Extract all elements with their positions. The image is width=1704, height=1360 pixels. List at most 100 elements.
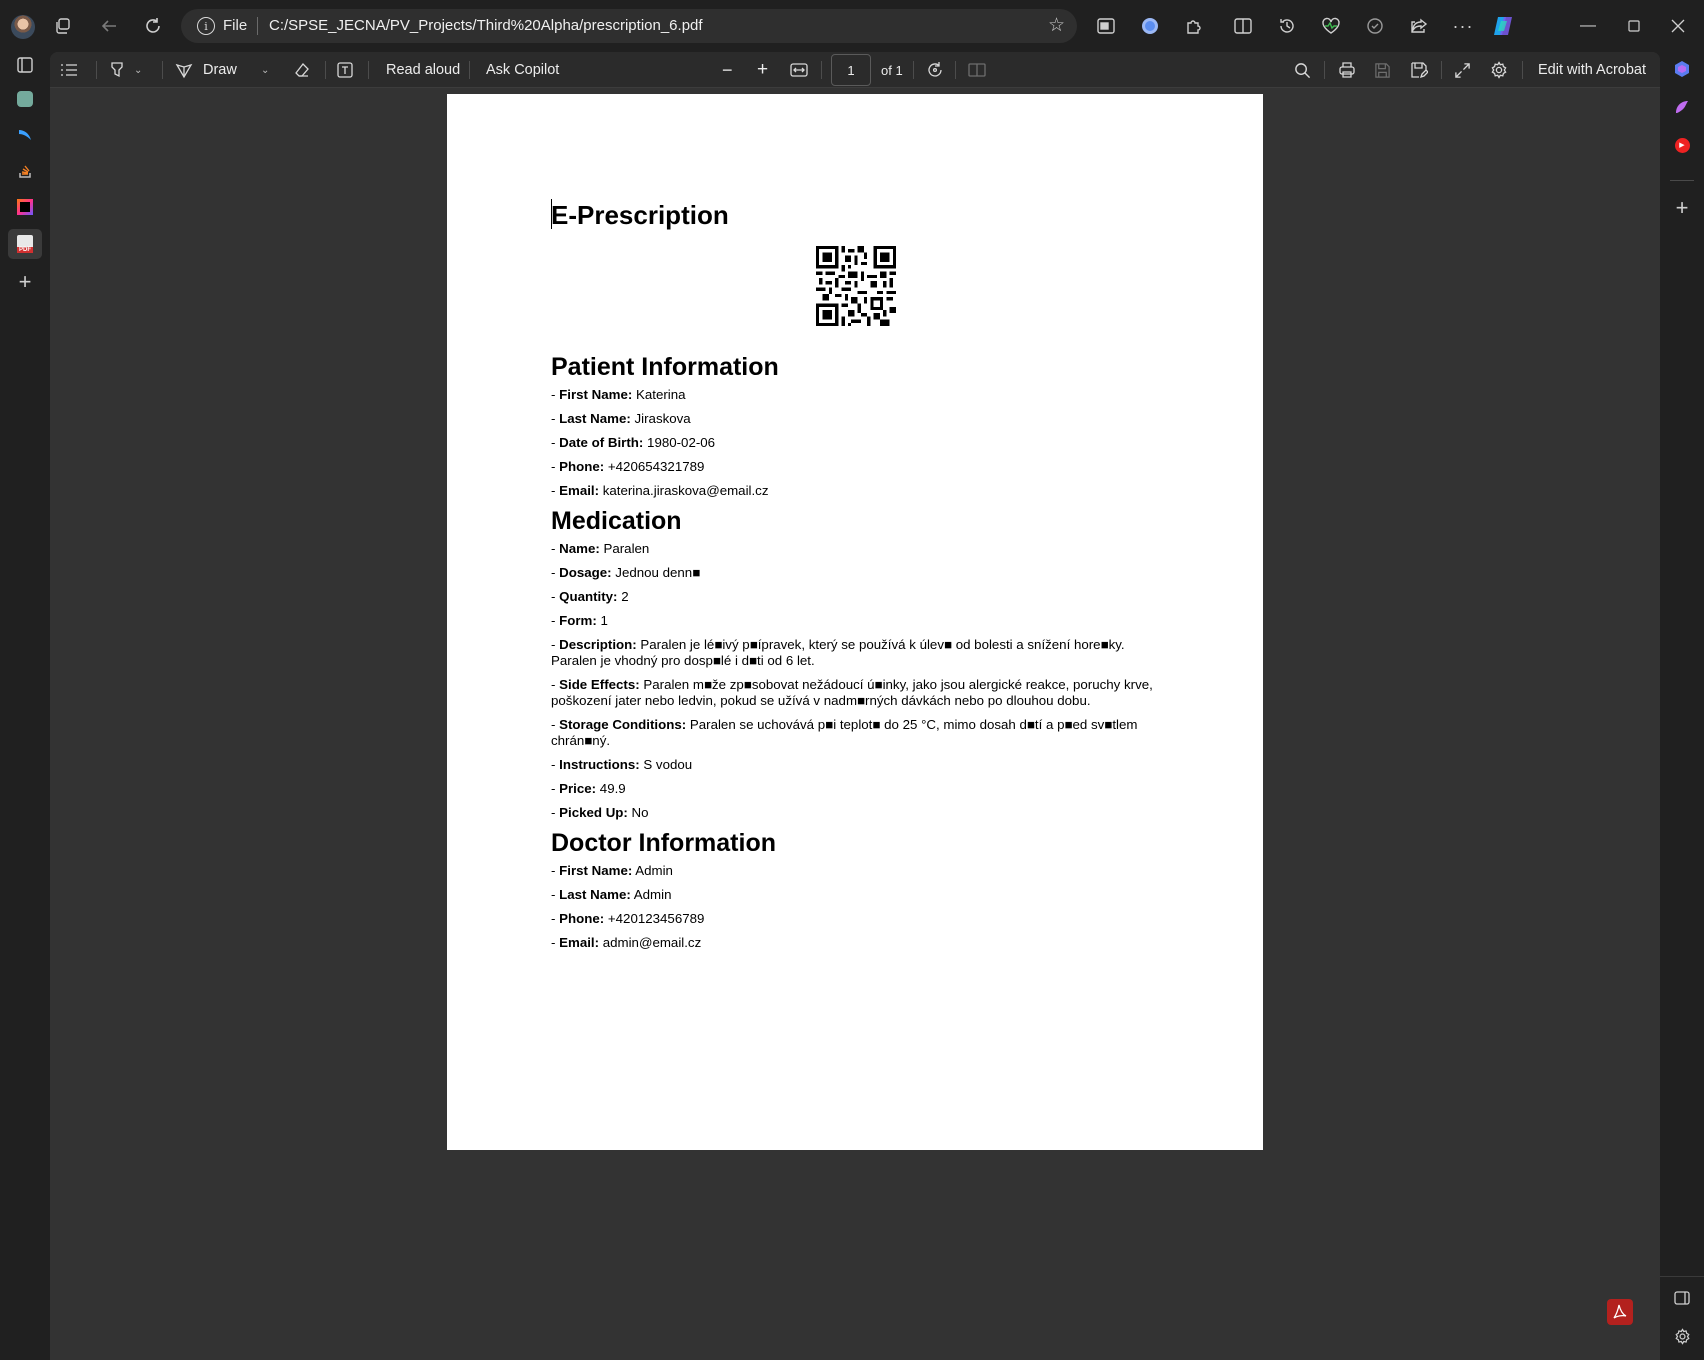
field-value: Jednou denn■	[615, 565, 701, 580]
refresh-icon[interactable]	[140, 13, 166, 39]
field-value: +420123456789	[607, 911, 705, 926]
field-value: katerina.jiraskova@email.cz	[602, 483, 769, 498]
patient-fields: - First Name: Katerina - Last Name: Jira…	[551, 387, 1171, 499]
page-number-input[interactable]	[831, 54, 871, 86]
collections-icon[interactable]	[1362, 13, 1388, 39]
field-label: Name:	[559, 541, 600, 556]
eraser-icon[interactable]	[293, 58, 311, 82]
patient-phone: - Phone: +420654321789	[551, 459, 705, 474]
field-label: Storage Conditions:	[559, 717, 687, 732]
zoom-out-icon[interactable]: −	[722, 58, 733, 82]
settings-icon[interactable]	[1490, 58, 1508, 82]
pdf-viewer: ⌄ Draw ⌄ Read aloud Ask Copilot − + of 1	[50, 52, 1660, 1360]
azure-tab-icon[interactable]	[12, 122, 38, 148]
field-value: Paralen je lé■ivý p■ípravek, který se po…	[551, 637, 1125, 668]
copilot-icon[interactable]	[1491, 13, 1517, 39]
page-view-icon[interactable]	[968, 58, 986, 82]
toolbar-divider	[162, 61, 163, 79]
copilot-sidebar-icon[interactable]	[1669, 56, 1695, 82]
field-label: Last Name:	[559, 887, 631, 902]
medication-name: - Name: Paralen	[551, 541, 650, 556]
rotate-icon[interactable]	[926, 58, 944, 82]
ask-copilot-button[interactable]: Ask Copilot	[486, 58, 559, 82]
designer-sidebar-icon[interactable]	[1669, 94, 1695, 120]
doctor-phone: - Phone: +420123456789	[551, 911, 705, 926]
maximize-icon[interactable]	[1621, 13, 1647, 39]
add-sidebar-app-icon[interactable]: +	[1669, 195, 1695, 221]
fit-page-icon[interactable]	[790, 58, 808, 82]
prescription-document: E-Prescription Patient Information - Fir…	[551, 200, 1171, 959]
stackoverflow-tab-icon[interactable]	[12, 158, 38, 184]
contents-icon[interactable]	[60, 58, 78, 82]
read-aloud-button[interactable]: Read aloud	[386, 58, 460, 82]
toolbar-divider	[368, 61, 369, 79]
split-view-icon[interactable]	[1230, 13, 1256, 39]
share-icon[interactable]	[1406, 13, 1432, 39]
extensions-icon[interactable]	[1181, 13, 1207, 39]
field-label: Instructions:	[559, 757, 640, 772]
toolbar-divider	[821, 61, 822, 79]
doctor-first-name: - First Name: Admin	[551, 863, 673, 878]
sidebar-settings-icon[interactable]	[1669, 1323, 1695, 1349]
extension-circle-icon[interactable]	[1137, 13, 1163, 39]
field-label: Last Name:	[559, 411, 631, 426]
address-url[interactable]: C:/SPSE_JECNA/PV_Projects/Third%20Alpha/…	[269, 17, 703, 34]
tab-actions-icon[interactable]	[50, 13, 76, 39]
pdf-toolbar: ⌄ Draw ⌄ Read aloud Ask Copilot − + of 1	[50, 52, 1660, 88]
save-icon[interactable]	[1374, 58, 1391, 82]
address-bar[interactable]: i File C:/SPSE_JECNA/PV_Projects/Third%2…	[181, 9, 1077, 43]
new-tab-icon[interactable]: +	[12, 269, 38, 295]
youtube-sidebar-icon[interactable]: ▶	[1669, 132, 1695, 158]
field-value: 49.9	[599, 781, 626, 796]
doctor-email: - Email: admin@email.cz	[551, 935, 702, 950]
performance-icon[interactable]	[1318, 13, 1344, 39]
zoom-in-icon[interactable]: +	[757, 58, 768, 82]
more-options-icon[interactable]: ···	[1450, 13, 1476, 39]
draw-icon	[175, 63, 193, 79]
field-label: Quantity:	[559, 589, 618, 604]
vertical-tabs-sidebar: PDF +	[0, 52, 50, 1360]
search-icon[interactable]	[1294, 58, 1311, 82]
field-value: +420654321789	[607, 459, 705, 474]
doctor-fields: - First Name: Admin - Last Name: Admin -…	[551, 863, 1171, 951]
field-value: 1980-02-06	[647, 435, 716, 450]
field-label: Picked Up:	[559, 805, 628, 820]
medication-heading: Medication	[551, 507, 682, 535]
highlight-dropdown-icon[interactable]: ⌄	[134, 58, 142, 82]
profile-avatar[interactable]	[11, 15, 35, 39]
favorite-star-icon[interactable]: ☆	[1048, 14, 1065, 37]
text-icon[interactable]	[336, 58, 354, 82]
toolbar-divider	[913, 61, 914, 79]
browser-title-bar: i File C:/SPSE_JECNA/PV_Projects/Third%2…	[0, 0, 1704, 52]
draw-dropdown-icon[interactable]: ⌄	[261, 58, 269, 82]
info-icon[interactable]: i	[197, 17, 215, 35]
sidebar-divider	[1670, 180, 1694, 181]
field-label: Side Effects:	[559, 677, 640, 692]
history-icon[interactable]	[1274, 13, 1300, 39]
print-icon[interactable]	[1338, 58, 1356, 82]
patient-heading: Patient Information	[551, 353, 779, 381]
close-icon[interactable]	[1665, 13, 1691, 39]
save-as-icon[interactable]	[1410, 58, 1428, 82]
chatgpt-tab-icon[interactable]	[12, 86, 38, 112]
sidebar-toggle-icon[interactable]	[12, 52, 38, 78]
field-value: Paralen m■že zp■sobovat nežádoucí ú■inky…	[551, 677, 1153, 708]
fullscreen-icon[interactable]	[1454, 58, 1471, 82]
highlight-icon[interactable]	[108, 58, 126, 82]
field-value: No	[631, 805, 649, 820]
adobe-acrobat-icon[interactable]	[1607, 1299, 1633, 1325]
minimize-icon[interactable]: —	[1575, 13, 1601, 39]
draw-button[interactable]: Draw	[175, 58, 237, 82]
toolbar-divider	[1441, 61, 1442, 79]
edit-with-acrobat-button[interactable]: Edit with Acrobat	[1538, 58, 1646, 82]
split-screen-icon[interactable]	[1093, 13, 1119, 39]
field-value: Paralen	[603, 541, 650, 556]
jetbrains-tab-icon[interactable]	[12, 194, 38, 220]
field-value: Admin	[635, 863, 673, 878]
pdf-tab-icon[interactable]: PDF	[8, 229, 42, 259]
hide-sidebar-icon[interactable]	[1669, 1285, 1695, 1311]
field-label: Phone:	[559, 911, 605, 926]
toolbar-divider	[96, 61, 97, 79]
back-icon[interactable]	[96, 13, 122, 39]
medication-quantity: - Quantity: 2	[551, 589, 629, 604]
